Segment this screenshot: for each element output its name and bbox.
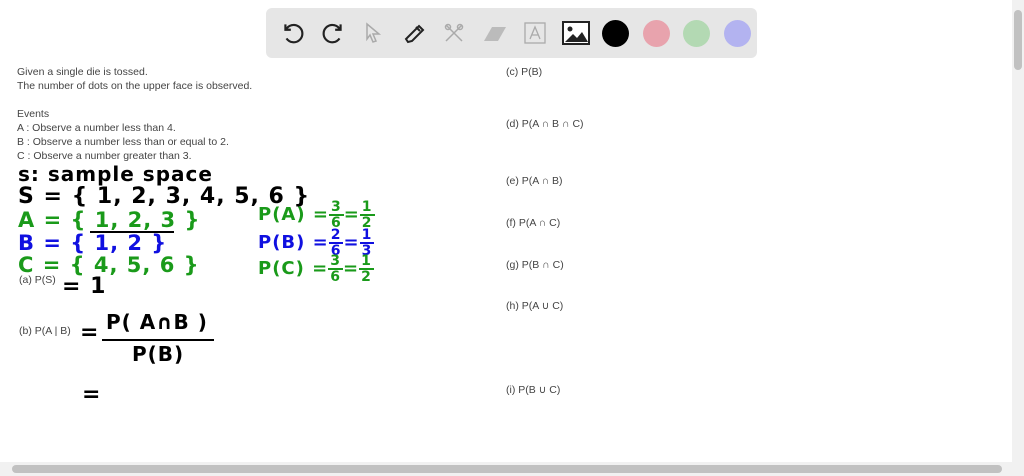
question-c: (c) P(B)	[506, 66, 543, 78]
hw-a-set: A = { 1, 2, 3 }	[18, 208, 201, 232]
hw-answer-b-num: P( A∩B )	[106, 310, 208, 334]
pen-icon[interactable]	[394, 13, 433, 53]
tools-icon[interactable]	[435, 13, 474, 53]
question-d: (d) P(A ∩ B ∩ C)	[506, 118, 584, 130]
hw-answer-b-eq2: =	[82, 382, 102, 407]
question-e: (e) P(A ∩ B)	[506, 175, 563, 187]
image-icon[interactable]	[556, 13, 595, 53]
redo-icon[interactable]	[313, 13, 352, 53]
hw-b-set: B = { 1, 2 }	[18, 231, 168, 255]
drawing-toolbar	[266, 8, 757, 58]
question-b: (b) P(A | B)	[19, 325, 71, 337]
undo-icon[interactable]	[273, 13, 312, 53]
hw-answer-b-eq: =	[80, 320, 100, 345]
select-icon[interactable]	[354, 13, 393, 53]
hw-pa: P(A) = 3 6 = 1 2	[258, 199, 375, 231]
hw-sample-space-label: s: sample space	[18, 162, 213, 186]
color-black[interactable]	[596, 13, 635, 53]
color-pink[interactable]	[637, 13, 676, 53]
horizontal-scroll-thumb[interactable]	[12, 465, 1002, 473]
fraction-bar	[102, 339, 214, 341]
hw-answer-b-den: P(B)	[132, 342, 185, 366]
color-green[interactable]	[677, 13, 716, 53]
vertical-scrollbar[interactable]	[1012, 0, 1024, 462]
eraser-icon[interactable]	[475, 13, 514, 53]
text-icon[interactable]	[515, 13, 554, 53]
problem-line-1: Given a single die is tossed.	[17, 66, 148, 78]
question-g: (g) P(B ∩ C)	[506, 259, 564, 271]
question-i: (i) P(B ∪ C)	[506, 384, 561, 396]
hw-c-set: C = { 4, 5, 6 }	[18, 253, 200, 277]
hw-pc: P(C) = 3 6 = 1 2	[258, 253, 374, 285]
question-h: (h) P(A ∪ C)	[506, 300, 564, 312]
horizontal-scrollbar[interactable]	[0, 462, 1024, 476]
problem-line-2: The number of dots on the upper face is …	[17, 80, 253, 92]
events-title: Events	[17, 108, 50, 120]
event-c: C : Observe a number greater than 3.	[17, 150, 192, 162]
color-purple[interactable]	[718, 13, 757, 53]
event-b: B : Observe a number less than or equal …	[17, 136, 229, 148]
vertical-scroll-thumb[interactable]	[1014, 10, 1022, 70]
question-f: (f) P(A ∩ C)	[506, 217, 561, 229]
hw-answer-a: = 1	[62, 274, 107, 299]
event-a: A : Observe a number less than 4.	[17, 122, 176, 134]
